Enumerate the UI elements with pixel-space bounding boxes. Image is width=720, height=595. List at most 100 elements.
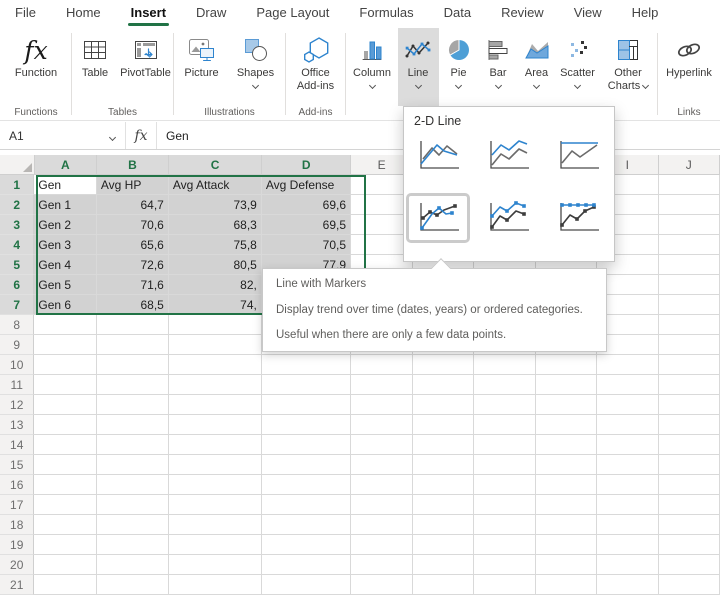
row-header-13[interactable]: 13 bbox=[0, 415, 34, 435]
hyperlink-button[interactable]: Hyperlink bbox=[659, 28, 719, 103]
cell-D11[interactable] bbox=[262, 375, 351, 395]
cell-J4[interactable] bbox=[659, 235, 720, 255]
column-header-C[interactable]: C bbox=[169, 155, 262, 175]
cell-C10[interactable] bbox=[169, 355, 262, 375]
cell-H12[interactable] bbox=[536, 395, 598, 415]
cell-D19[interactable] bbox=[262, 535, 351, 555]
cell-A7[interactable]: Gen 6 bbox=[34, 295, 96, 315]
cell-B7[interactable]: 68,5 bbox=[97, 295, 169, 315]
cell-A9[interactable] bbox=[34, 335, 96, 355]
cell-A15[interactable] bbox=[34, 455, 96, 475]
cell-E16[interactable] bbox=[351, 475, 413, 495]
cell-J6[interactable] bbox=[659, 275, 720, 295]
cell-D10[interactable] bbox=[262, 355, 351, 375]
cell-J17[interactable] bbox=[659, 495, 720, 515]
cell-G11[interactable] bbox=[474, 375, 536, 395]
cell-D15[interactable] bbox=[262, 455, 351, 475]
cell-J8[interactable] bbox=[659, 315, 720, 335]
cell-C1[interactable]: Avg Attack bbox=[169, 175, 262, 195]
cell-E20[interactable] bbox=[351, 555, 413, 575]
row-header-18[interactable]: 18 bbox=[0, 515, 34, 535]
tab-insert[interactable]: Insert bbox=[116, 0, 181, 28]
name-box[interactable]: A1 bbox=[0, 122, 125, 149]
cell-A20[interactable] bbox=[34, 555, 96, 575]
cell-A16[interactable] bbox=[34, 475, 96, 495]
office-addins-button[interactable]: Office Add-ins bbox=[287, 28, 345, 103]
row-header-3[interactable]: 3 bbox=[0, 215, 34, 235]
cell-E13[interactable] bbox=[351, 415, 413, 435]
cell-D12[interactable] bbox=[262, 395, 351, 415]
cell-A2[interactable]: Gen 1 bbox=[34, 195, 96, 215]
cell-B16[interactable] bbox=[97, 475, 169, 495]
cell-D1[interactable]: Avg Defense bbox=[262, 175, 351, 195]
cell-I20[interactable] bbox=[597, 555, 659, 575]
cell-E17[interactable] bbox=[351, 495, 413, 515]
row-header-5[interactable]: 5 bbox=[0, 255, 34, 275]
cell-B12[interactable] bbox=[97, 395, 169, 415]
cell-C20[interactable] bbox=[169, 555, 262, 575]
cell-H11[interactable] bbox=[536, 375, 598, 395]
tab-review[interactable]: Review bbox=[486, 0, 559, 28]
cell-C5[interactable]: 80,5 bbox=[169, 255, 262, 275]
cell-D17[interactable] bbox=[262, 495, 351, 515]
line-chart-button[interactable]: Line bbox=[398, 28, 439, 106]
row-header-20[interactable]: 20 bbox=[0, 555, 34, 575]
cell-F15[interactable] bbox=[413, 455, 475, 475]
cell-E10[interactable] bbox=[351, 355, 413, 375]
thumb-stacked-line[interactable] bbox=[483, 138, 533, 174]
cell-J19[interactable] bbox=[659, 535, 720, 555]
cell-A21[interactable] bbox=[34, 575, 96, 595]
bar-chart-button[interactable]: Bar bbox=[479, 28, 518, 103]
cell-E19[interactable] bbox=[351, 535, 413, 555]
cell-D2[interactable]: 69,6 bbox=[262, 195, 351, 215]
cell-C13[interactable] bbox=[169, 415, 262, 435]
cell-F20[interactable] bbox=[413, 555, 475, 575]
cell-B20[interactable] bbox=[97, 555, 169, 575]
cell-D20[interactable] bbox=[262, 555, 351, 575]
cell-C21[interactable] bbox=[169, 575, 262, 595]
cell-H20[interactable] bbox=[536, 555, 598, 575]
cell-B4[interactable]: 65,6 bbox=[97, 235, 169, 255]
cell-D16[interactable] bbox=[262, 475, 351, 495]
cell-I11[interactable] bbox=[597, 375, 659, 395]
thumb-line[interactable] bbox=[413, 138, 463, 174]
cell-F10[interactable] bbox=[413, 355, 475, 375]
cell-J1[interactable] bbox=[659, 175, 720, 195]
cell-J12[interactable] bbox=[659, 395, 720, 415]
cell-H17[interactable] bbox=[536, 495, 598, 515]
thumb-line-with-markers[interactable] bbox=[413, 200, 463, 236]
cell-A17[interactable] bbox=[34, 495, 96, 515]
row-header-4[interactable]: 4 bbox=[0, 235, 34, 255]
cell-C12[interactable] bbox=[169, 395, 262, 415]
cell-E12[interactable] bbox=[351, 395, 413, 415]
cell-B8[interactable] bbox=[97, 315, 169, 335]
cell-C8[interactable] bbox=[169, 315, 262, 335]
row-header-21[interactable]: 21 bbox=[0, 575, 34, 595]
cell-B3[interactable]: 70,6 bbox=[97, 215, 169, 235]
function-button[interactable]: fx Function bbox=[4, 28, 68, 103]
cell-A14[interactable] bbox=[34, 435, 96, 455]
cell-B6[interactable]: 71,6 bbox=[97, 275, 169, 295]
cell-C2[interactable]: 73,9 bbox=[169, 195, 262, 215]
cell-J11[interactable] bbox=[659, 375, 720, 395]
cell-A11[interactable] bbox=[34, 375, 96, 395]
cell-B9[interactable] bbox=[97, 335, 169, 355]
cell-H19[interactable] bbox=[536, 535, 598, 555]
cell-A18[interactable] bbox=[34, 515, 96, 535]
cell-J13[interactable] bbox=[659, 415, 720, 435]
cell-F19[interactable] bbox=[413, 535, 475, 555]
cell-B11[interactable] bbox=[97, 375, 169, 395]
column-header-J[interactable]: J bbox=[659, 155, 720, 175]
cell-H14[interactable] bbox=[536, 435, 598, 455]
cell-C15[interactable] bbox=[169, 455, 262, 475]
cell-E18[interactable] bbox=[351, 515, 413, 535]
scatter-chart-button[interactable]: Scatter bbox=[556, 28, 600, 103]
cell-C9[interactable] bbox=[169, 335, 262, 355]
table-button[interactable]: Table bbox=[72, 28, 118, 103]
cell-G13[interactable] bbox=[474, 415, 536, 435]
cell-I21[interactable] bbox=[597, 575, 659, 595]
cell-G18[interactable] bbox=[474, 515, 536, 535]
cell-B18[interactable] bbox=[97, 515, 169, 535]
tab-formulas[interactable]: Formulas bbox=[344, 0, 428, 28]
pivottable-button[interactable]: PivotTable bbox=[118, 28, 173, 103]
